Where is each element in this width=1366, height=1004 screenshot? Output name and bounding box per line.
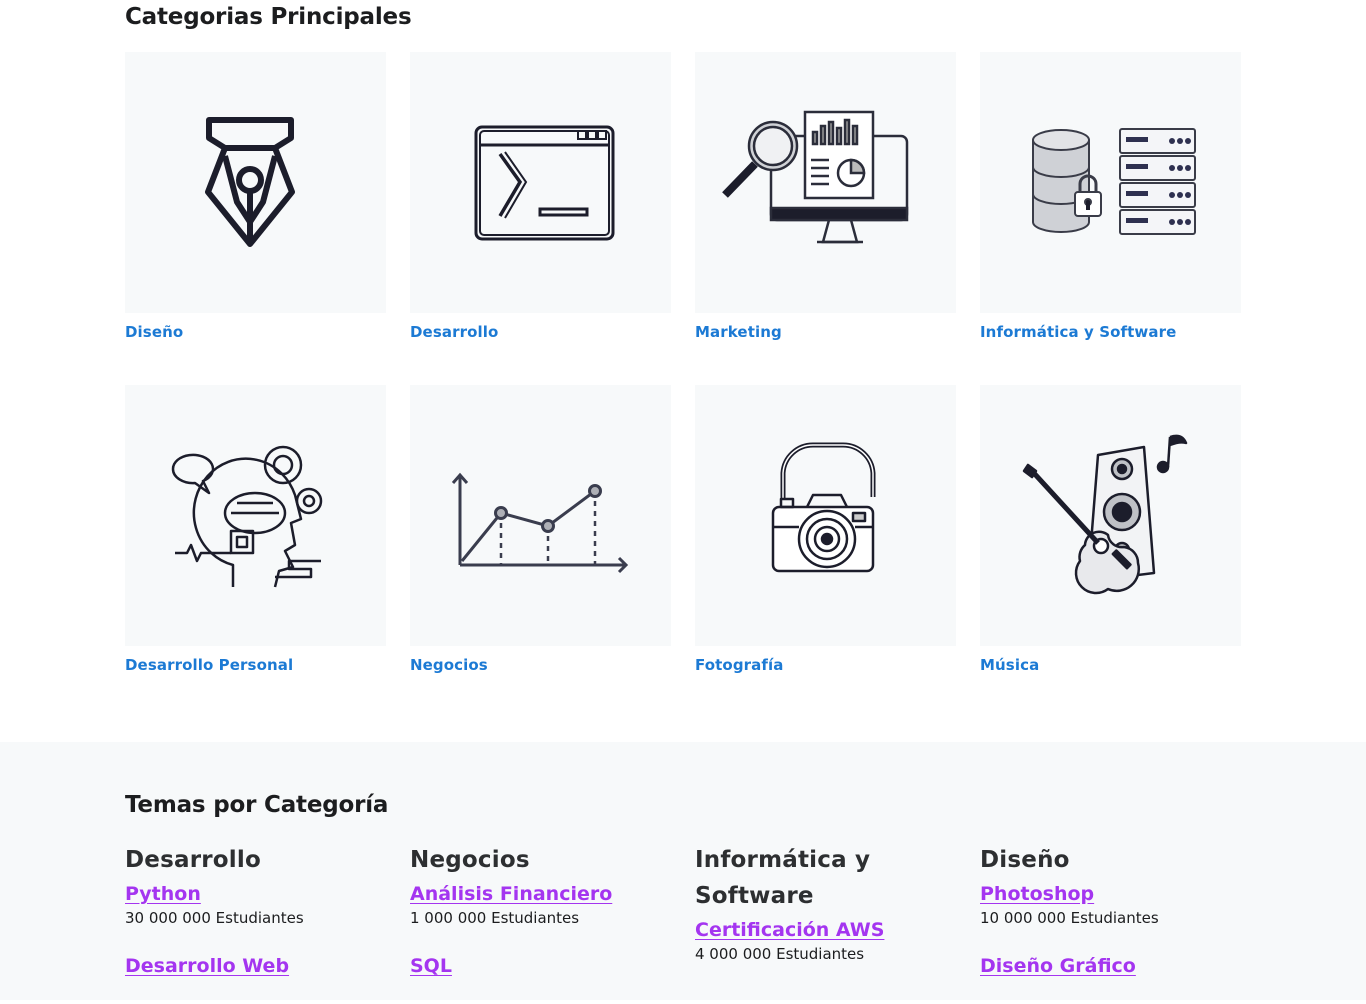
guitar-speaker-icon	[1022, 434, 1188, 595]
topic-link-python[interactable]: Python	[125, 880, 201, 908]
category-card-desarrollo-personal[interactable]: Desarrollo Personal	[125, 385, 386, 718]
category-card-informatica[interactable]: Informática y Software	[980, 52, 1241, 385]
student-count: 4 000 000 Estudiantes	[695, 945, 865, 963]
category-image	[695, 52, 956, 313]
topic-item: Certificación AWS 4 000 000 Estudiantes	[695, 916, 956, 964]
topic-link-sql[interactable]: SQL	[410, 952, 452, 980]
topic-item: Photoshop 10 000 000 Estudiantes	[980, 880, 1241, 928]
category-image	[695, 385, 956, 646]
topic-link-desarrollo-web[interactable]: Desarrollo Web	[125, 952, 289, 980]
category-label: Música	[980, 656, 1040, 674]
top-categories-section: Categorias Principales Diseño Desarrollo…	[0, 0, 1366, 742]
category-card-diseno[interactable]: Diseño	[125, 52, 386, 385]
section-title: Temas por Categoría	[125, 792, 389, 818]
topic-column-heading: Diseño	[980, 847, 1070, 873]
category-image	[980, 52, 1241, 313]
category-label: Desarrollo Personal	[125, 656, 294, 674]
camera-icon	[771, 442, 876, 573]
topic-column-heading: Negocios	[410, 847, 530, 873]
student-count: 10 000 000 Estudiantes	[980, 909, 1159, 927]
database-server-icon	[1032, 128, 1196, 235]
topic-link-photoshop[interactable]: Photoshop	[980, 880, 1094, 908]
topic-column-desarrollo: Desarrollo Python 30 000 000 Estudiantes…	[125, 842, 386, 1004]
category-card-musica[interactable]: Música	[980, 385, 1241, 718]
category-card-desarrollo[interactable]: Desarrollo	[410, 52, 671, 385]
topic-column-informatica: Informática y Software Certificación AWS…	[695, 842, 956, 1004]
category-image	[125, 385, 386, 646]
topic-link-diseno-grafico[interactable]: Diseño Gráfico	[980, 952, 1136, 980]
category-label: Desarrollo	[410, 323, 499, 341]
topic-item: Diseño Gráfico	[980, 952, 1241, 980]
category-image	[125, 52, 386, 313]
category-image	[410, 385, 671, 646]
student-count: 1 000 000 Estudiantes	[410, 909, 580, 927]
category-grid: Diseño Desarrollo Marketing Informática …	[125, 52, 1241, 718]
topic-item: Python 30 000 000 Estudiantes	[125, 880, 386, 928]
category-card-marketing[interactable]: Marketing	[695, 52, 956, 385]
topic-item: Desarrollo Web	[125, 952, 386, 980]
mind-gears-icon	[171, 445, 323, 588]
topics-columns: Desarrollo Python 30 000 000 Estudiantes…	[125, 842, 1241, 1004]
topic-link-analisis-financiero[interactable]: Análisis Financiero	[410, 880, 612, 908]
topic-column-heading: Desarrollo	[125, 847, 261, 873]
section-title: Categorias Principales	[125, 4, 412, 30]
category-label: Fotografía	[695, 656, 784, 674]
category-label: Negocios	[410, 656, 488, 674]
category-image	[410, 52, 671, 313]
topic-item: SQL	[410, 952, 671, 980]
topics-section: Temas por Categoría Desarrollo Python 30…	[0, 742, 1366, 1000]
topic-column-heading: Informática y Software	[695, 847, 871, 909]
topic-link-certificacion-aws[interactable]: Certificación AWS	[695, 916, 884, 944]
topic-item: Análisis Financiero 1 000 000 Estudiante…	[410, 880, 671, 928]
line-chart-icon	[451, 472, 629, 574]
analytics-monitor-icon	[722, 110, 909, 244]
category-label: Marketing	[695, 323, 782, 341]
student-count: 30 000 000 Estudiantes	[125, 909, 304, 927]
topic-column-negocios: Negocios Análisis Financiero 1 000 000 E…	[410, 842, 671, 1004]
topic-column-diseno: Diseño Photoshop 10 000 000 Estudiantes …	[980, 842, 1241, 1004]
category-card-negocios[interactable]: Negocios	[410, 385, 671, 718]
category-label: Informática y Software	[980, 323, 1177, 341]
terminal-window-icon	[474, 125, 615, 241]
pen-nib-icon	[205, 117, 295, 247]
category-image	[980, 385, 1241, 646]
category-label: Diseño	[125, 323, 184, 341]
category-card-fotografia[interactable]: Fotografía	[695, 385, 956, 718]
